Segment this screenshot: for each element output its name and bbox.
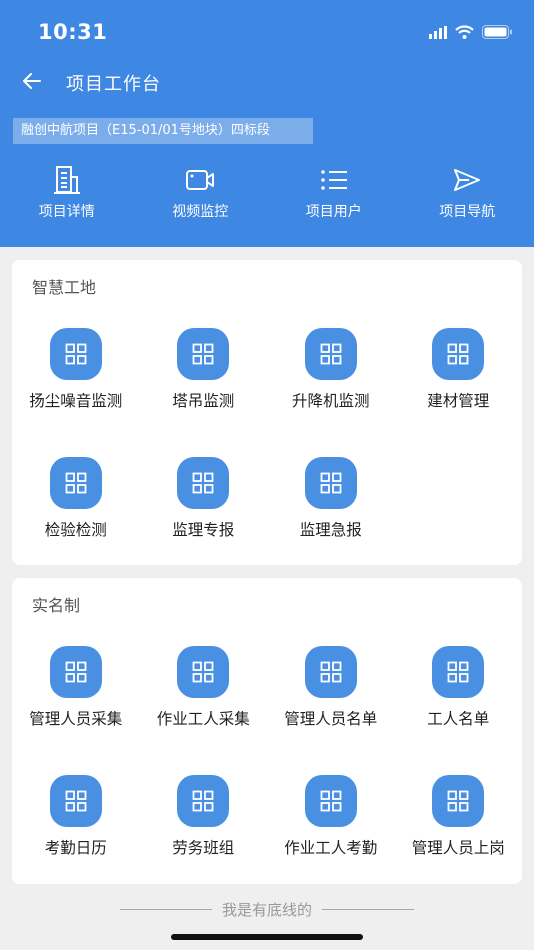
footer-text: 我是有底线的	[221, 900, 312, 919]
supervision-report-tile[interactable]: 监理专报	[140, 457, 268, 586]
quick-action-label: 项目导航	[439, 204, 496, 220]
real-name-card: 实名制 管理人员采集 作业工人采集 管理人员名单 工人名单 考勤日历 劳务班组 …	[12, 578, 522, 884]
signal-icon	[429, 24, 447, 43]
labor-team-tile[interactable]: 劳务班组	[140, 775, 268, 904]
nav-bar: 项目工作台	[0, 62, 534, 102]
grid-icon	[177, 328, 230, 380]
section-title: 智慧工地	[32, 278, 97, 297]
tile-label: 管理人员上岗	[411, 839, 505, 857]
manager-list-tile[interactable]: 管理人员名单	[267, 646, 395, 775]
worker-attendance-tile[interactable]: 作业工人考勤	[267, 775, 395, 904]
manager-collection-tile[interactable]: 管理人员采集	[12, 646, 140, 775]
list-icon	[320, 170, 347, 190]
tile-label: 工人名单	[427, 710, 490, 728]
app-header: 10:31 项目工作台 融创中航项目（E15-01/01号地块）四标段 项目详情…	[0, 0, 534, 247]
tile-label: 监理专报	[172, 521, 235, 539]
tower-crane-monitoring-tile[interactable]: 塔吊监测	[140, 328, 268, 457]
navigation-send-icon	[454, 169, 481, 191]
project-users-button[interactable]: 项目用户	[267, 165, 401, 227]
back-button[interactable]	[20, 68, 44, 94]
grid-icon	[49, 775, 102, 827]
elevator-monitoring-tile[interactable]: 升降机监测	[267, 328, 395, 457]
grid-icon	[304, 328, 357, 380]
video-monitoring-button[interactable]: 视频监控	[134, 165, 268, 227]
tile-label: 升降机监测	[291, 392, 370, 410]
worker-collection-tile[interactable]: 作业工人采集	[140, 646, 268, 775]
grid-icon	[49, 457, 102, 509]
grid-icon	[177, 457, 230, 509]
tile-label: 扬尘噪音监测	[29, 392, 123, 410]
quick-action-label: 项目用户	[305, 204, 362, 220]
grid-icon	[304, 457, 357, 509]
grid-icon	[432, 646, 485, 698]
tile-label: 检验检测	[44, 521, 107, 539]
status-bar: 10:31	[0, 0, 534, 62]
project-name-banner[interactable]: 融创中航项目（E15-01/01号地块）四标段	[13, 118, 313, 144]
quick-action-label: 视频监控	[172, 204, 229, 220]
quick-actions: 项目详情 视频监控 项目用户 项目导航	[0, 165, 534, 227]
real-name-grid: 管理人员采集 作业工人采集 管理人员名单 工人名单 考勤日历 劳务班组 作业工人…	[12, 646, 522, 904]
grid-icon	[304, 646, 357, 698]
smart-site-grid: 扬尘噪音监测 塔吊监测 升降机监测 建材管理 检验检测 监理专报 监理急报	[12, 328, 522, 586]
worker-list-tile[interactable]: 工人名单	[395, 646, 523, 775]
grid-icon	[432, 775, 485, 827]
grid-icon	[177, 775, 230, 827]
tile-label: 作业工人采集	[156, 710, 250, 728]
tile-label: 管理人员采集	[29, 710, 123, 728]
grid-icon	[304, 775, 357, 827]
project-details-button[interactable]: 项目详情	[0, 165, 134, 227]
battery-icon	[482, 24, 512, 43]
section-title: 实名制	[32, 596, 81, 615]
tile-label: 劳务班组	[172, 839, 235, 857]
tile-label: 建材管理	[427, 392, 490, 410]
supervision-urgent-report-tile[interactable]: 监理急报	[267, 457, 395, 586]
status-icons	[429, 24, 512, 43]
status-time: 10:31	[38, 20, 108, 44]
grid-icon	[49, 646, 102, 698]
video-camera-icon	[186, 170, 215, 190]
wifi-icon	[455, 24, 474, 43]
attendance-calendar-tile[interactable]: 考勤日历	[12, 775, 140, 904]
material-management-tile[interactable]: 建材管理	[395, 328, 523, 457]
page-title: 项目工作台	[66, 74, 161, 95]
tile-label: 监理急报	[299, 521, 362, 539]
manager-on-duty-tile[interactable]: 管理人员上岗	[395, 775, 523, 904]
home-indicator[interactable]	[171, 934, 363, 940]
arrow-left-icon	[23, 73, 41, 89]
grid-icon	[432, 328, 485, 380]
tile-label: 塔吊监测	[172, 392, 235, 410]
grid-icon	[49, 328, 102, 380]
tile-label: 考勤日历	[44, 839, 107, 857]
quick-action-label: 项目详情	[38, 204, 95, 220]
project-navigation-button[interactable]: 项目导航	[401, 165, 534, 227]
end-of-list-footer: 我是有底线的	[0, 898, 534, 920]
dust-noise-monitoring-tile[interactable]: 扬尘噪音监测	[12, 328, 140, 457]
building-icon	[53, 166, 80, 194]
grid-icon	[177, 646, 230, 698]
divider	[119, 908, 212, 910]
smart-site-card: 智慧工地 扬尘噪音监测 塔吊监测 升降机监测 建材管理 检验检测 监理专报 监理…	[12, 260, 522, 565]
divider	[322, 908, 414, 910]
tile-label: 作业工人考勤	[284, 839, 378, 857]
tile-label: 管理人员名单	[284, 710, 378, 728]
inspection-testing-tile[interactable]: 检验检测	[12, 457, 140, 586]
